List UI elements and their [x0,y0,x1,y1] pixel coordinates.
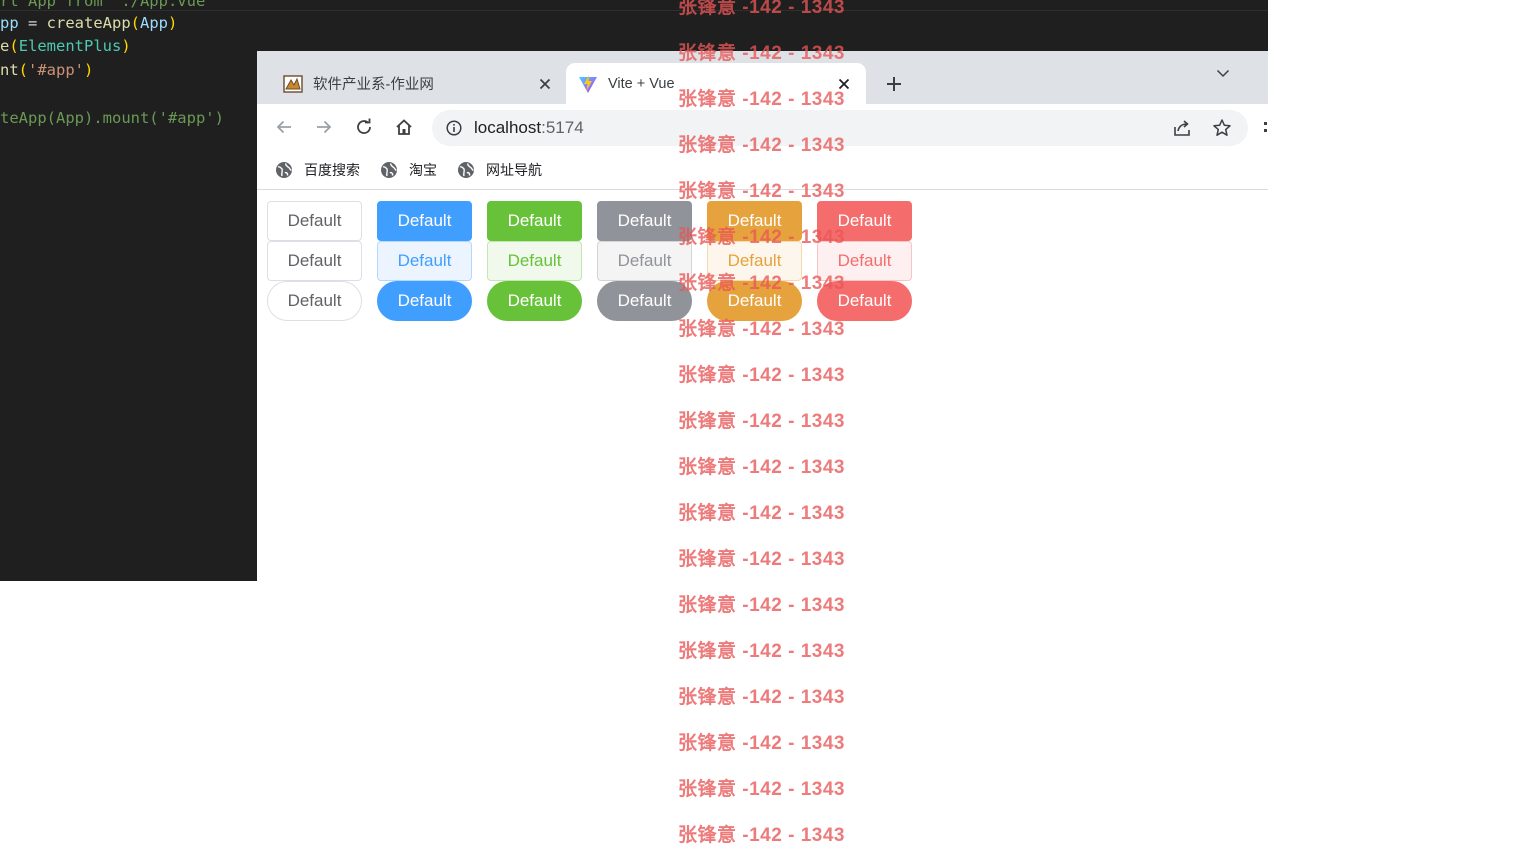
code-token: App [140,14,169,32]
info-icon[interactable] [444,118,464,138]
code-line: teApp(App).mount('#app') [0,106,224,130]
success-plain-button[interactable]: Default [487,241,582,281]
globe-icon [275,161,293,179]
share-icon [1174,120,1190,136]
danger-plain-button[interactable]: Default [817,241,912,281]
bookmarks-bar: 百度搜索 淘宝 网址导航 [257,150,1268,190]
code-token: = [18,14,47,32]
arrow-right-icon [317,120,332,134]
browser-window: 软件产业系-作业网 Vite + Vue localhost:5174 百度搜索… [257,51,1268,864]
globe-icon [457,161,475,179]
bookmark-label: 网址导航 [486,161,542,178]
tab-zuoyewang[interactable]: 软件产业系-作业网 [271,63,567,104]
address-bar[interactable]: localhost:5174 [432,110,1248,146]
button-row: Default Default Default Default Default Defau… [267,281,927,321]
warning-solid-button[interactable]: Default [707,201,802,241]
tab-search-button[interactable] [1211,61,1235,85]
info-plain-button[interactable]: Default [597,241,692,281]
code-token: ) [84,61,94,79]
browser-toolbar: localhost:5174 [257,104,1268,150]
code-line: pp = createApp(App) [0,11,177,35]
close-icon[interactable] [832,72,856,96]
default-solid-button[interactable]: Default [267,201,362,241]
code-token: '#app' [28,61,85,79]
close-icon[interactable] [533,72,557,96]
tab-strip: 软件产业系-作业网 Vite + Vue [257,51,1268,104]
site-favicon-icon [283,74,303,94]
code-token: ( [18,61,29,79]
success-solid-button[interactable]: Default [487,201,582,241]
home-button[interactable] [391,114,417,140]
reload-icon [357,118,371,134]
star-icon [1213,119,1231,136]
back-button[interactable] [271,114,297,140]
danger-solid-round-button[interactable]: Default [817,281,912,321]
info-solid-round-button[interactable]: Default [597,281,692,321]
code-token: rt App from './App.vue' [0,0,215,10]
success-solid-round-button[interactable]: Default [487,281,582,321]
code-token: ( [130,14,141,32]
danger-solid-button[interactable]: Default [817,201,912,241]
reload-button[interactable] [351,114,377,140]
page-content: Default Default Default Default Default Defau… [257,191,1268,864]
code-token: ElementPlus [18,37,122,55]
code-token: ) [168,14,178,32]
bookmark-label: 淘宝 [409,161,437,178]
button-row: Default Default Default Default Default Defau… [267,241,927,281]
url-host: localhost [474,118,542,137]
code-line: e(ElementPlus) [0,34,131,58]
bookmark-nav[interactable]: 网址导航 [457,160,542,180]
code-token: createApp [46,14,131,32]
code-token: teApp(App).mount('#app') [0,109,224,127]
url-port: :5174 [541,118,584,137]
code-line: nt('#app') [0,58,93,82]
url-text[interactable]: localhost:5174 [474,118,1168,138]
extension-icon[interactable] [1262,120,1268,134]
default-plain-button[interactable]: Default [267,241,362,281]
globe-icon [380,161,398,179]
tab-title: Vite + Vue [608,75,675,92]
primary-solid-button[interactable]: Default [377,201,472,241]
warning-solid-round-button[interactable]: Default [707,281,802,321]
code-token: pp [0,14,19,32]
bookmark-star-button[interactable] [1208,114,1236,142]
tab-vite-vue[interactable]: Vite + Vue [566,63,866,104]
plus-icon [887,77,901,91]
arrow-left-icon [276,120,291,134]
forward-button[interactable] [311,114,337,140]
bookmark-label: 百度搜索 [304,161,360,178]
code-token: ( [9,37,19,55]
code-token: e [0,37,10,55]
code-token: nt [0,61,19,79]
warning-plain-button[interactable]: Default [707,241,802,281]
info-solid-button[interactable]: Default [597,201,692,241]
share-button[interactable] [1168,114,1196,142]
primary-plain-button[interactable]: Default [377,241,472,281]
bookmark-baidu[interactable]: 百度搜索 [275,160,360,180]
home-icon [396,119,412,135]
vite-logo-icon [578,74,598,94]
button-row: Default Default Default Default Default Defau… [267,201,927,241]
bookmark-taobao[interactable]: 淘宝 [380,160,437,180]
new-tab-button[interactable] [881,71,907,97]
tab-title: 软件产业系-作业网 [313,77,434,93]
code-token: ) [121,37,131,55]
default-solid-round-button[interactable]: Default [267,281,362,321]
primary-solid-round-button[interactable]: Default [377,281,472,321]
chevron-down-icon [1216,69,1230,78]
